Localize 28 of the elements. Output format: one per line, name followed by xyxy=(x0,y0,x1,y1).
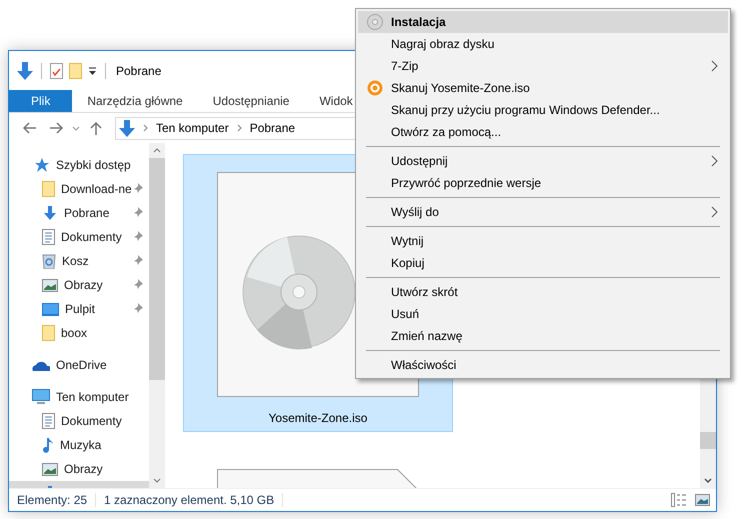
sidebar-item[interactable]: Dokumenty xyxy=(9,409,149,433)
sidebar-item[interactable]: Download-ne xyxy=(9,177,149,201)
breadcrumb[interactable]: Pobrane xyxy=(250,121,296,135)
sidebar-item[interactable]: boox xyxy=(9,321,149,345)
window-title: Pobrane xyxy=(116,64,162,78)
menu-item[interactable]: Otwórz za pomocą... xyxy=(358,121,728,143)
file-name: Yosemite-Zone.iso xyxy=(268,411,368,425)
sidebar-item[interactable]: Obrazy xyxy=(9,273,149,297)
menu-item[interactable]: Skanuj przy użyciu programu Windows Defender... xyxy=(358,99,728,121)
sidebar-item[interactable]: Muzyka xyxy=(9,433,149,457)
ribbon-tab[interactable]: Udostępnianie xyxy=(198,90,304,112)
sidebar-item[interactable]: Pulpit xyxy=(9,297,149,321)
sidebar-item[interactable]: Kosz xyxy=(9,249,149,273)
sidebar-item[interactable]: OneDrive xyxy=(9,353,149,377)
menu-item[interactable]: Skanuj Yosemite-Zone.iso xyxy=(358,77,728,99)
breadcrumb[interactable]: Ten komputer xyxy=(156,121,229,135)
sidebar-item[interactable]: Pobrane xyxy=(9,201,149,225)
sidebar-item[interactable]: Dokumenty xyxy=(9,225,149,249)
status-text: 1 zaznaczony element. 5,10 GB xyxy=(104,493,274,507)
status-text: Elementy: 25 xyxy=(17,493,88,507)
sidebar-item[interactable]: Ten komputer xyxy=(9,385,149,409)
ribbon-tab[interactable]: Narzędzia główne xyxy=(72,90,198,112)
menu-item[interactable]: 7-Zip xyxy=(358,55,728,77)
sidebar-item[interactable]: Obrazy xyxy=(9,457,149,481)
menu-item[interactable]: Nagraj obraz dysku xyxy=(358,33,728,55)
sidebar-item[interactable]: Szybki dostęp xyxy=(9,153,149,177)
menu-item[interactable]: Instalacja xyxy=(358,11,728,33)
ribbon-tab[interactable]: Plik xyxy=(9,90,72,112)
